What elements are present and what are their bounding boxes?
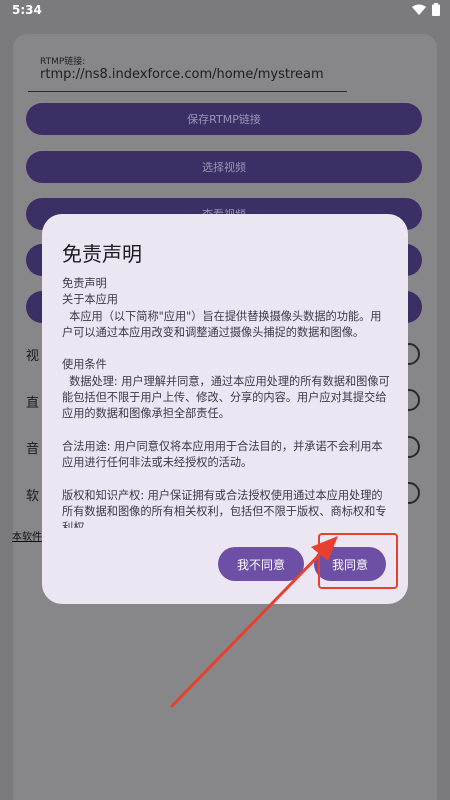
annotation-arrow-icon [170, 536, 338, 708]
